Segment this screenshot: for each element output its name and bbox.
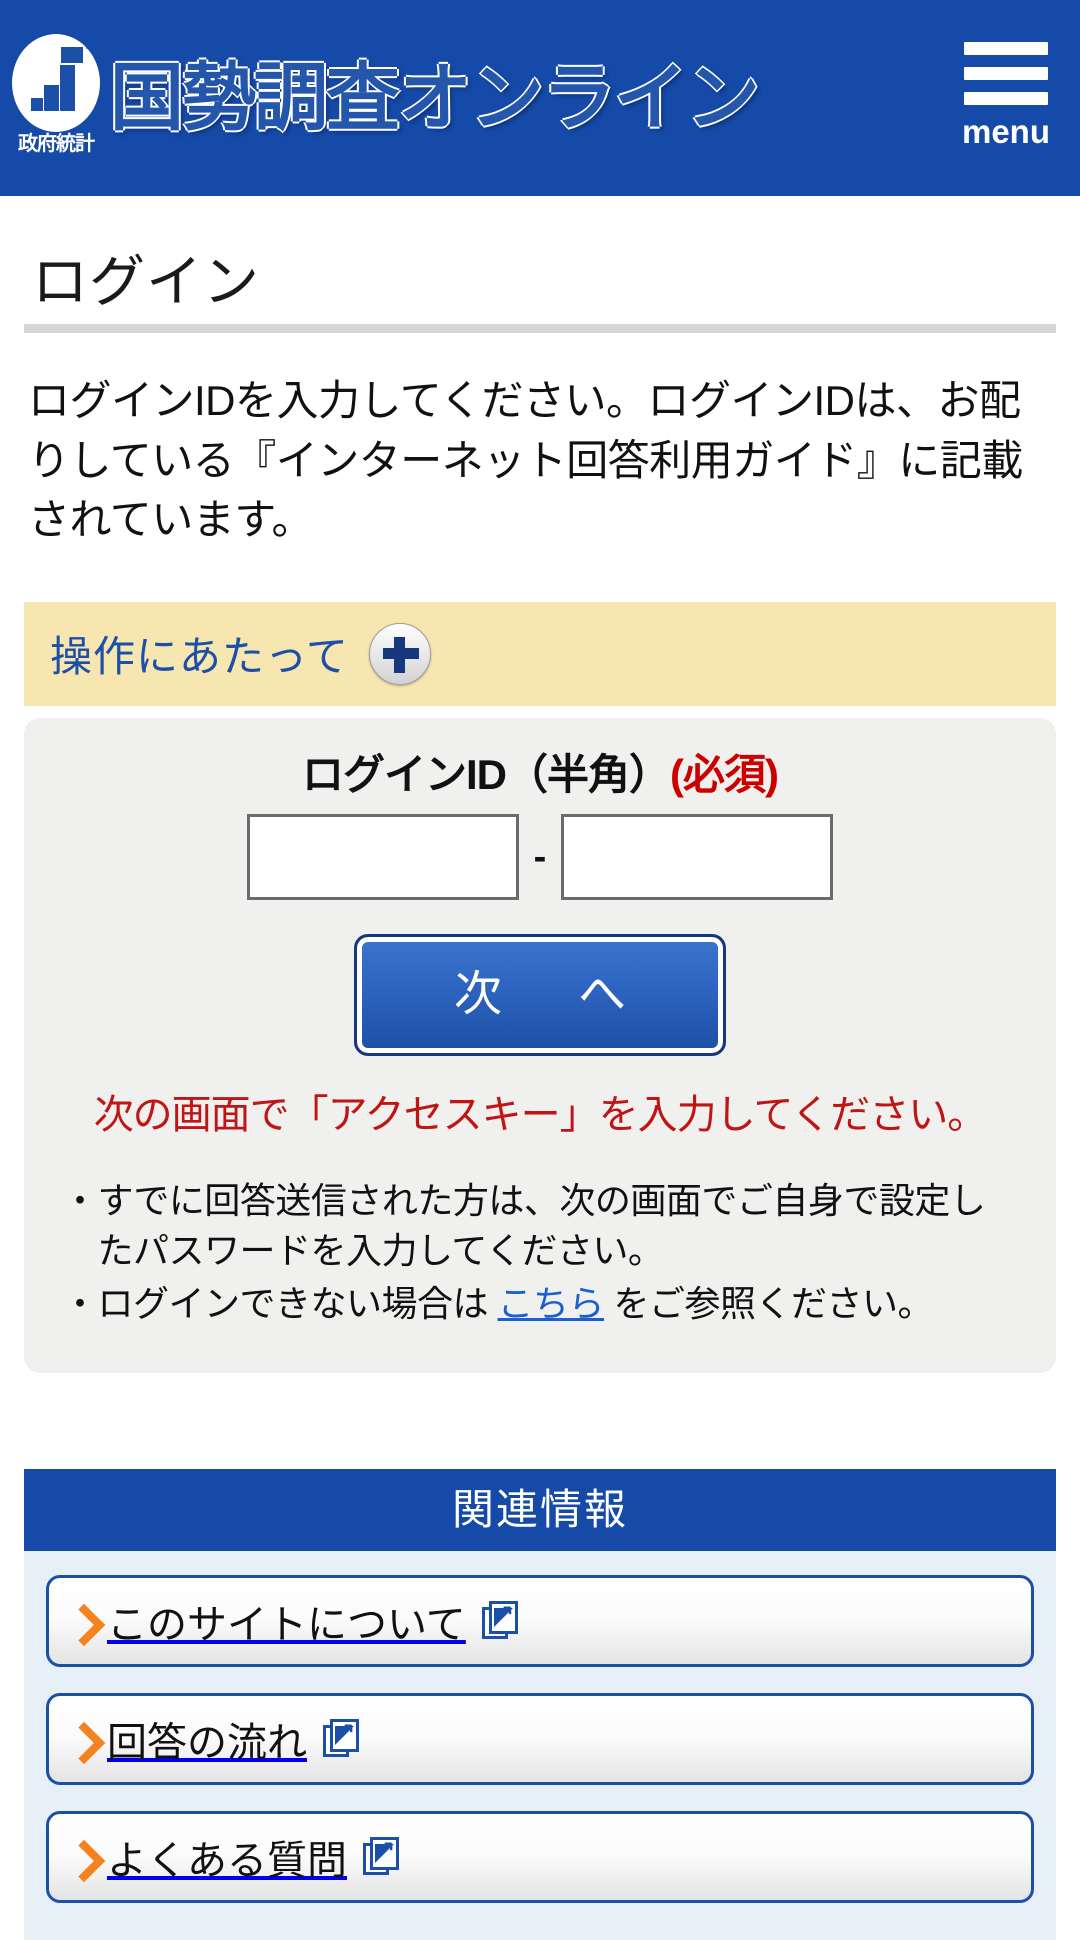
note-bullet: ・ [62,1283,98,1325]
related-link-label: よくある質問 [107,1839,347,1884]
page-title: ログイン [32,250,260,313]
related-link-answer-flow[interactable]: 回答の流れ ↗ [46,1693,1034,1786]
menu-label: menu [961,112,1050,150]
login-help-link[interactable]: こちら [498,1283,605,1324]
related-information-heading: 関連情報 [24,1469,1056,1552]
login-id-part2-input[interactable] [561,814,833,901]
external-link-icon: ↗ [363,1837,401,1877]
gov-statistics-logo: 政府統計 [10,32,102,164]
note-item: ・ すでに回答送信された方は、次の画面でご自身で設定したパスワードを入力してくだ… [62,1176,1018,1275]
external-link-icon: ↗ [323,1719,361,1759]
related-link-label: このサイトについて [107,1603,466,1648]
related-link-about-site[interactable]: このサイトについて ↗ [46,1575,1034,1668]
related-information-section: 関連情報 このサイトについて ↗ 回答の流れ ↗ よくある質問 ↗ [24,1469,1056,1940]
login-form-panel: ログインID（半角）(必須) - 次 へ 次の画面で「アクセスキー」を入力してく… [24,717,1056,1374]
note-text-before: すでに回答送信された方は、次の画面でご自身で設定したパスワードを入力してください… [97,1180,986,1271]
note-text: すでに回答送信された方は、次の画面でご自身で設定したパスワードを入力してください… [98,1176,1018,1275]
note-text-after: をご参照ください。 [604,1283,934,1325]
login-id-label-text: ログインID（半角） [302,750,671,798]
external-link-icon: ↗ [481,1601,520,1641]
related-links-list: このサイトについて ↗ 回答の流れ ↗ よくある質問 ↗ [24,1551,1056,1904]
site-title: 国勢調査オンライン [110,56,760,139]
plus-circle-icon[interactable] [368,622,431,685]
gov-statistics-bars-logo [12,34,100,132]
brand: 政府統計 国勢調査オンライン [10,32,950,164]
access-key-alert: 次の画面で「アクセスキー」を入力してください。 [93,1093,988,1138]
lead-description: ログインIDを入力してください。ログインIDは、お配りしている『インターネット回… [28,377,1023,544]
login-id-row: - [58,814,1022,901]
note-item: ・ ログインできない場合は こちら をご参照ください。 [62,1279,1018,1329]
login-id-separator: - [533,836,547,879]
login-id-part1-input[interactable] [247,814,519,901]
title-divider [24,324,1056,333]
notes-list: ・ すでに回答送信された方は、次の画面でご自身で設定したパスワードを入力してくだ… [58,1176,1022,1329]
chevron-right-icon [69,1837,91,1877]
note-bullet: ・ [62,1180,98,1222]
note-text: ログインできない場合は こちら をご参照ください。 [98,1279,1018,1329]
note-text-before: ログインできない場合は [97,1283,498,1325]
site-header: 政府統計 国勢調査オンライン menu [0,0,1080,196]
hamburger-menu-icon [964,41,1048,105]
gov-logo-label: 政府統計 [18,133,95,155]
related-link-faq[interactable]: よくある質問 ↗ [46,1811,1034,1904]
required-badge: (必須) [670,750,779,798]
main-content: ログイン ログインIDを入力してください。ログインIDは、お配りしている『インタ… [0,196,1080,1940]
next-button[interactable]: 次 へ [354,934,726,1057]
hamburger-menu-button[interactable]: menu [950,41,1062,154]
chevron-right-icon [69,1719,91,1759]
accordion-label: 操作にあたって [50,633,349,681]
login-id-label: ログインID（半角）(必須) [58,750,1022,798]
related-link-label: 回答の流れ [107,1721,307,1766]
chevron-right-icon [69,1601,91,1641]
accordion-operation-guide[interactable]: 操作にあたって [24,601,1056,706]
